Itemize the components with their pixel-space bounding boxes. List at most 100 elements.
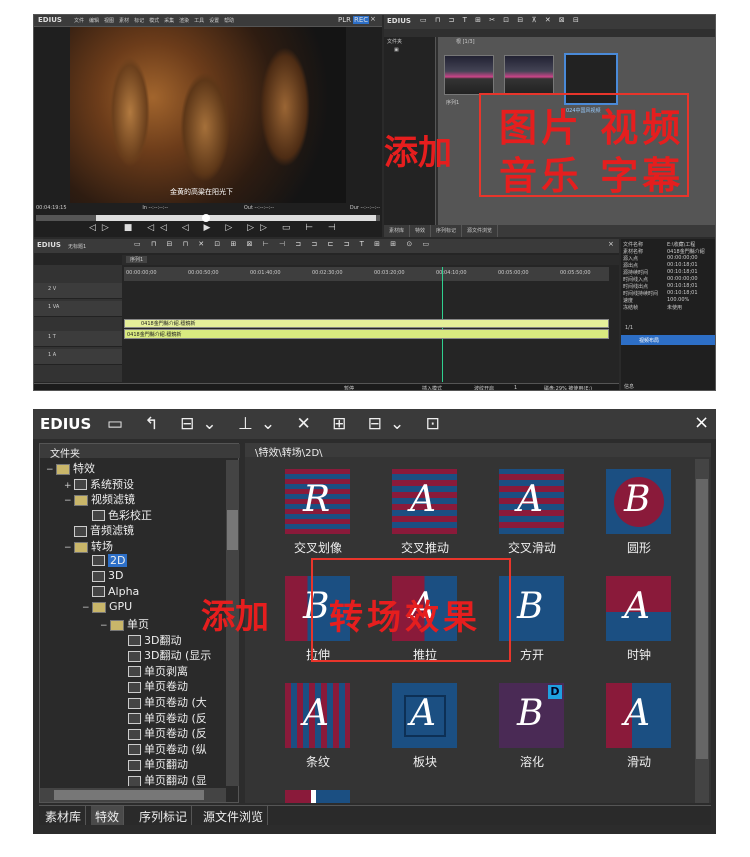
tree-node[interactable]: − 特效 — [46, 460, 95, 476]
tree-node[interactable]: 色彩校正 — [82, 507, 152, 523]
tree-node[interactable]: 3D — [82, 569, 123, 582]
tree-node[interactable]: 单页翻动 — [118, 756, 188, 772]
ruler-tick: 00:03:20;00 — [374, 270, 405, 276]
timeline-seq-tab[interactable]: 序列1 — [126, 256, 148, 263]
effects-scrollbar[interactable] — [695, 459, 709, 803]
clip-thumb[interactable] — [504, 55, 554, 95]
bin-tab[interactable]: 源文件浏览 — [462, 225, 499, 237]
timeline-tool-icons[interactable]: ▭ ⊓ ⊟ ⊓ ✕ ⊡ ⊞ ⊠ ⊢ ⊣ ⊐ ⊐ ⊏ ⊐ T ⊞ ⊞ ⊙ ▭ — [134, 240, 433, 248]
menu-item[interactable]: 采集 — [164, 17, 174, 24]
timeline-ruler[interactable]: 00:00:00;00 00:00:50;00 00:01:40;00 00:02:3… — [124, 267, 609, 281]
tree-node[interactable]: 2D — [82, 553, 128, 567]
video-clip[interactable]: 0418金門縣介紹.穩鏡新 — [124, 319, 609, 328]
effect-thumbnail[interactable] — [285, 790, 350, 803]
tree-node[interactable]: 3D翻动 — [118, 632, 181, 648]
tree-node[interactable]: 3D翻动 (显示 — [118, 647, 211, 663]
tree-expander-icon[interactable]: − — [64, 543, 74, 553]
tree-node[interactable]: − 视频滤镜 — [64, 491, 135, 507]
app-logo: EDIUS — [38, 16, 62, 24]
effect-thumbnail[interactable]: B — [606, 469, 671, 534]
effect-thumbnail[interactable]: A — [392, 683, 457, 748]
tree-node[interactable]: 单页卷动 (大 — [118, 694, 207, 710]
track-header[interactable]: 1 T — [34, 331, 122, 347]
tree-node[interactable]: 单页卷动 (反 — [118, 725, 207, 741]
bin-root-icon[interactable]: ▣ — [394, 47, 399, 53]
menu-item[interactable]: 素材 — [119, 17, 129, 24]
effect-thumbnail[interactable]: R — [285, 469, 350, 534]
status-bar: 暂停 插入模式 波纹开启 1 磁盘:29% 被使用(E:) — [34, 383, 619, 390]
menu-item[interactable]: 标记 — [134, 17, 144, 24]
plr-label[interactable]: PLR — [338, 16, 351, 24]
info-tab[interactable]: 信息 — [624, 383, 634, 390]
player-scrubber[interactable] — [36, 214, 380, 222]
tree-expander-icon[interactable]: − — [64, 496, 74, 506]
info-label: 源持续时间 — [623, 270, 649, 276]
tree-expander-icon[interactable]: + — [64, 481, 74, 491]
tree-node[interactable]: 音频滤镜 — [64, 522, 134, 538]
bin-tab[interactable]: 素材库 — [384, 225, 411, 237]
tab[interactable]: 特效 — [91, 806, 125, 825]
tree-node[interactable]: − 转场 — [64, 538, 113, 554]
tree-expander-icon[interactable]: − — [82, 603, 92, 613]
path-text: \特效\转场\2D\ — [255, 448, 323, 459]
menu-item[interactable]: 渲染 — [179, 17, 189, 24]
scrubber-handle[interactable] — [202, 214, 210, 222]
info-item-row[interactable]: 视频布局 — [621, 335, 715, 345]
menu-item[interactable]: 帮助 — [224, 17, 234, 24]
tree-expander-icon[interactable]: − — [100, 621, 110, 631]
tree-expander-icon[interactable]: − — [46, 465, 56, 475]
video-subtitle: 金黄的高粱在阳光下 — [170, 188, 233, 196]
audio-clip[interactable]: 0418金門縣介紹.穩鏡新 — [124, 329, 609, 339]
effect-thumbnail[interactable]: A — [499, 469, 564, 534]
timeline-close-icon[interactable]: × — [608, 240, 614, 248]
transport-controls[interactable]: ◁▷ ■ ◁◁ ◁ ▶ ▷ ▷▷ ▭ ⊢ ⊣ — [89, 223, 342, 233]
track-header[interactable]: 2 V — [34, 283, 122, 299]
tree-node[interactable]: + 系统预设 — [64, 476, 134, 492]
tree-node[interactable]: 单页卷动 — [118, 678, 188, 694]
bin-tab[interactable]: 特效 — [410, 225, 432, 237]
menu-item[interactable]: 模式 — [149, 17, 159, 24]
tree-node[interactable]: 单页翻动 (显 — [118, 772, 207, 786]
effect-thumbnail[interactable]: A — [606, 576, 671, 641]
menu-item[interactable]: 文件 — [74, 17, 84, 24]
track-header[interactable]: 1 A — [34, 349, 122, 365]
tree-node[interactable]: 单页卷动 (反 — [118, 710, 207, 726]
menu-item[interactable]: 视图 — [104, 17, 114, 24]
effect-thumbnail[interactable]: BD — [499, 683, 564, 748]
effects-scroll-thumb[interactable] — [696, 479, 708, 759]
tab[interactable]: 源文件浏览 — [199, 806, 269, 825]
track-headers: 2 V 1 VA 1 T 1 A — [34, 265, 122, 382]
tree-scrollbar-h[interactable] — [40, 788, 226, 802]
menu-item[interactable]: 设置 — [209, 17, 219, 24]
effect-thumbnail[interactable]: A — [606, 683, 671, 748]
tc-in: In --:--:--:-- — [142, 205, 169, 211]
tree-node-label: 转场 — [91, 540, 113, 553]
tree-node[interactable]: − 单页 — [100, 616, 149, 632]
tab[interactable]: 序列标记 — [135, 806, 193, 825]
tree-node[interactable]: − GPU — [82, 600, 132, 613]
effects-tool-icons[interactable]: ▭ ↰ ⊟⌄ ⊥⌄ ✕ ⊞ ⊟⌄ ⊡ — [107, 414, 448, 434]
rec-label[interactable]: REC — [353, 16, 370, 24]
effect-thumbnail[interactable]: A — [285, 683, 350, 748]
tree-scroll-thumb[interactable] — [227, 510, 238, 550]
tree-node[interactable]: 单页剥离 — [118, 663, 188, 679]
effects-close-icon[interactable]: × — [694, 412, 709, 433]
bin-tool-icons[interactable]: ▭ ⊓ ⊐ T ⊞ ✂ ⊡ ⊟ ⊼ ✕ ⊠ ⊟ — [420, 16, 582, 24]
close-icon[interactable]: × — [370, 15, 376, 23]
menu-item[interactable]: 工具 — [194, 17, 204, 24]
track-label: 2 V — [48, 286, 57, 292]
menu-item[interactable]: 编辑 — [89, 17, 99, 24]
track-header[interactable]: 1 VA — [34, 301, 122, 317]
tree-hscroll-thumb[interactable] — [54, 790, 204, 800]
bin-tab[interactable]: 序列标记 — [431, 225, 463, 237]
folder-icon — [74, 541, 88, 553]
clip-thumb[interactable] — [444, 55, 494, 95]
info-label: 文件名称 — [623, 242, 644, 248]
effect-thumbnail[interactable]: A — [392, 469, 457, 534]
info-value: 0418金門縣介紹 — [667, 249, 705, 255]
effect-file-icon — [92, 510, 105, 522]
tree-node[interactable]: Alpha — [82, 585, 139, 598]
tree-node[interactable]: 单页卷动 (纵 — [118, 741, 207, 757]
tab[interactable]: 素材库 — [41, 806, 87, 825]
effect-label: 板块 — [412, 755, 437, 769]
